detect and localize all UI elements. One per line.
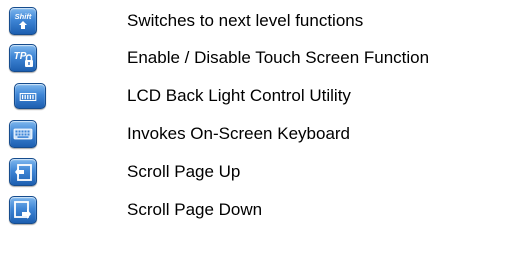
legend-label-touch: Enable / Disable Touch Screen Function (127, 48, 430, 67)
legend-row-backlight: LCD Back Light Control Utility (0, 79, 532, 113)
legend-label-keyboard: Invokes On-Screen Keyboard (127, 124, 351, 143)
page-down-icon[interactable] (9, 196, 37, 224)
touch-panel-lock-icon[interactable]: TP (9, 44, 37, 72)
legend-row-keyboard: Invokes On-Screen Keyboard (0, 117, 532, 151)
legend-label-page-down: Scroll Page Down (127, 200, 263, 219)
legend-label-page-up: Scroll Page Up (127, 162, 241, 181)
backlight-icon[interactable] (14, 83, 46, 109)
shift-icon[interactable]: Shift (9, 7, 37, 35)
touch-icon-text: TP (14, 51, 27, 62)
keyboard-icon[interactable] (9, 120, 37, 148)
legend-row-shift: Shift Switches to next level functions (0, 4, 532, 38)
legend-row-page-down: Scroll Page Down (0, 193, 532, 227)
page-up-icon[interactable] (9, 158, 37, 186)
legend-row-touch: TP Enable / Disable Touch Screen Functio… (0, 41, 532, 75)
legend-label-backlight: LCD Back Light Control Utility (127, 86, 351, 105)
legend-row-page-up: Scroll Page Up (0, 155, 532, 189)
hotkey-legend: Shift Switches to next level functions T… (0, 0, 532, 272)
legend-label-shift: Switches to next level functions (127, 11, 364, 30)
shift-icon-text: Shift (15, 12, 32, 21)
